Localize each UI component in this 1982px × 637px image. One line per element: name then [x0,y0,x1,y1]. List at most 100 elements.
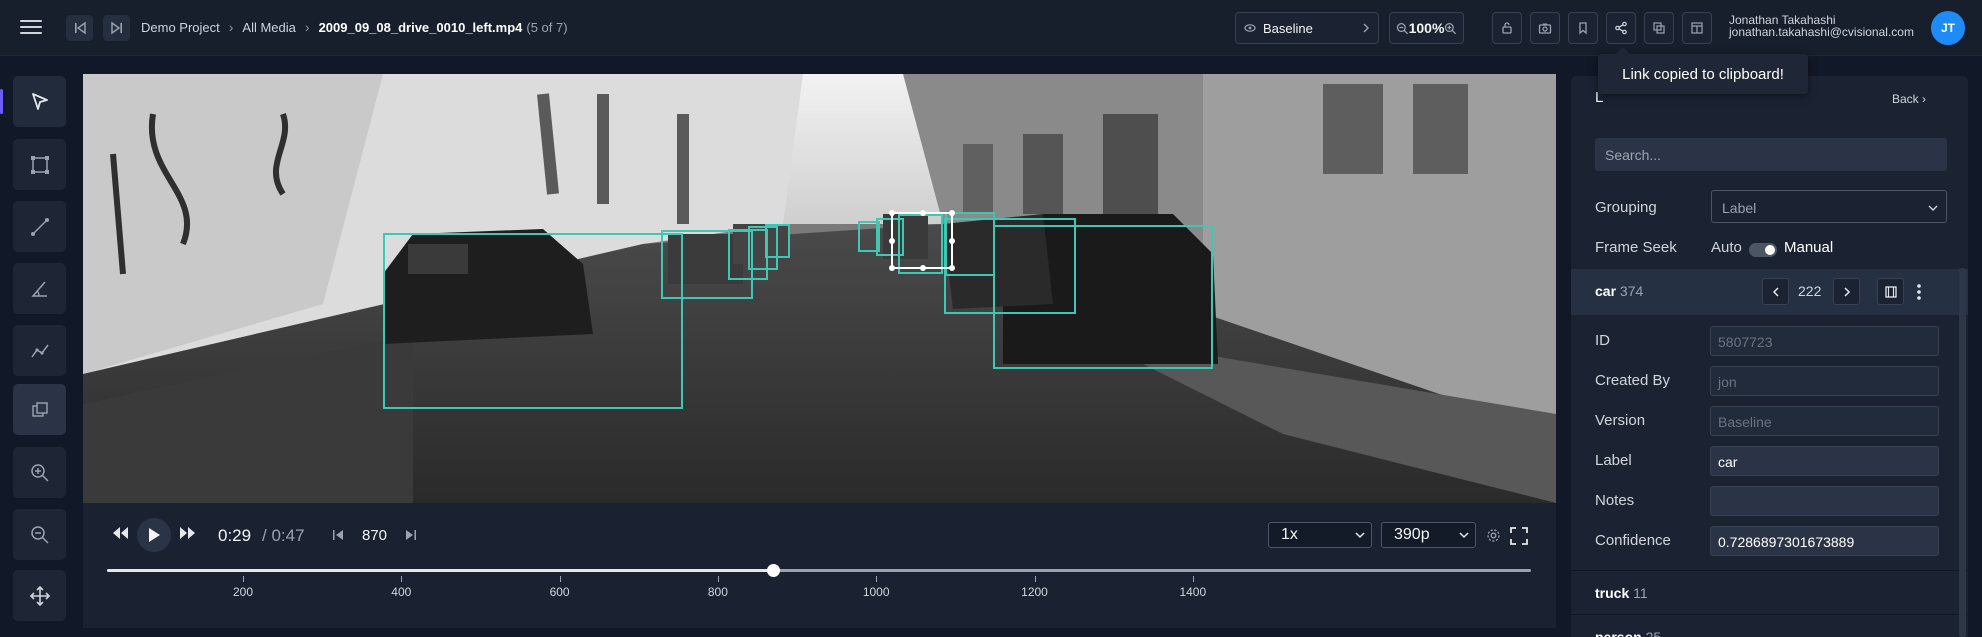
labels-panel: L Back › Search... Grouping Label Frame … [1571,76,1968,637]
label-group-car[interactable]: car 374 222 [1571,269,1968,315]
film-icon [1884,285,1897,298]
angle-tool[interactable] [13,263,66,314]
bookmark-button[interactable] [1568,12,1598,44]
menu-icon[interactable] [20,17,42,39]
selected-annotation-box[interactable] [889,210,955,271]
grouping-label: Grouping [1595,199,1657,216]
line-icon [30,217,49,236]
sidebar-toggle-button[interactable] [1682,12,1712,44]
panel-icon [1691,22,1703,34]
lock-button[interactable] [1492,12,1522,44]
annotation-box-car[interactable] [765,224,790,258]
media-position: (5 of 7) [526,19,568,35]
resize-handle[interactable] [889,265,895,271]
notes-field[interactable] [1710,486,1939,516]
resize-handle[interactable] [920,265,926,271]
next-instance-button[interactable] [1833,278,1860,305]
timeline-tick-label: 1400 [1179,585,1207,599]
annotation-box-car[interactable] [383,233,683,409]
layers-tool[interactable] [13,384,66,435]
back-link[interactable]: Back › [1892,92,1926,106]
label-field[interactable]: car [1710,446,1939,476]
breadcrumb-file: 2009_09_08_drive_0010_left.mp4 [318,19,523,35]
instance-index: 222 [1798,283,1822,299]
group-name: truck [1595,585,1630,601]
screenshot-button[interactable] [1530,12,1560,44]
version-field: Baseline [1710,406,1939,436]
frame-seek-toggle[interactable] [1749,243,1777,257]
timeline-progress [107,569,774,572]
chevron-down-icon [1459,532,1469,539]
film-strip-button[interactable] [1877,278,1904,305]
line-tool[interactable] [13,201,66,252]
zoom-in-icon[interactable] [1444,22,1457,35]
angle-icon [30,281,47,297]
grouping-value: Label [1722,200,1757,216]
bookmark-icon [1579,22,1587,35]
zoom-out-icon [30,525,49,544]
video-canvas[interactable] [83,74,1556,503]
rewind-icon[interactable] [112,526,130,540]
user-email: jonathan.takahashi@cvisional.com [1729,25,1914,39]
chevron-right-icon: › [304,19,310,35]
skip-previous-icon [74,21,86,35]
timeline-tick [1192,576,1194,582]
id-label: ID [1595,332,1610,349]
annotation-box-car[interactable] [993,225,1213,369]
resize-handle[interactable] [949,210,955,216]
resize-handle[interactable] [889,210,895,216]
select-tool[interactable] [0,76,66,127]
confidence-field[interactable]: 0.7286897301673889 [1710,526,1939,556]
back-label: Back [1891,92,1919,106]
grouping-select[interactable]: Label [1711,190,1947,223]
more-vertical-icon[interactable] [1916,283,1922,301]
chevron-right-icon [1843,286,1850,297]
settings-gear-icon[interactable] [1486,528,1501,543]
box-tool[interactable] [13,139,66,190]
avatar[interactable]: JT [1931,11,1965,45]
polyline-tool[interactable] [13,325,66,376]
frame-seek-auto[interactable]: Auto [1711,239,1742,256]
breadcrumb-media[interactable]: All Media [242,20,295,35]
frame-number[interactable]: 870 [362,527,387,544]
current-time: 0:29 [218,526,252,545]
fast-forward-icon[interactable] [178,526,196,540]
play-button[interactable] [137,518,171,552]
label-group-person[interactable]: person 25 [1571,614,1968,637]
dataset-version-select[interactable]: Baseline [1235,12,1379,44]
share-button[interactable] [1606,12,1636,44]
pan-tool[interactable] [13,570,66,621]
chevron-right-icon [1363,23,1369,33]
eye-icon [1244,24,1256,32]
confidence-label: Confidence [1595,532,1671,549]
timeline-tick-label: 1000 [862,585,890,599]
group-count: 11 [1633,585,1648,601]
previous-media-button[interactable] [66,15,93,41]
unlock-icon [1502,22,1512,34]
next-media-button[interactable] [103,15,130,41]
resize-handle[interactable] [949,265,955,271]
zoom-in-tool[interactable] [13,447,66,498]
timeline-tick [401,576,403,582]
quality-select[interactable]: 390p [1381,522,1476,548]
layers-icon [1653,22,1665,34]
panel-scrollbar[interactable] [1959,268,1966,637]
next-frame-icon[interactable] [405,529,417,541]
timeline-tick-label: 600 [549,585,570,599]
timeline-tick-label: 800 [707,585,728,599]
zoom-out-icon[interactable] [1396,22,1409,35]
breadcrumb-project[interactable]: Demo Project [141,20,220,35]
toast-notification: Link copied to clipboard! [1598,47,1808,94]
previous-instance-button[interactable] [1762,278,1789,305]
frame-seek-manual[interactable]: Manual [1784,239,1833,256]
compare-button[interactable] [1644,12,1674,44]
search-input[interactable]: Search... [1595,138,1947,171]
playback-speed-select[interactable]: 1x [1268,522,1372,548]
resize-handle[interactable] [920,210,926,216]
previous-frame-icon[interactable] [332,529,344,541]
label-group-truck[interactable]: truck 11 [1571,570,1968,616]
fullscreen-icon[interactable] [1509,526,1529,546]
resize-handle[interactable] [889,238,895,244]
zoom-out-tool[interactable] [13,509,66,560]
resize-handle[interactable] [949,238,955,244]
